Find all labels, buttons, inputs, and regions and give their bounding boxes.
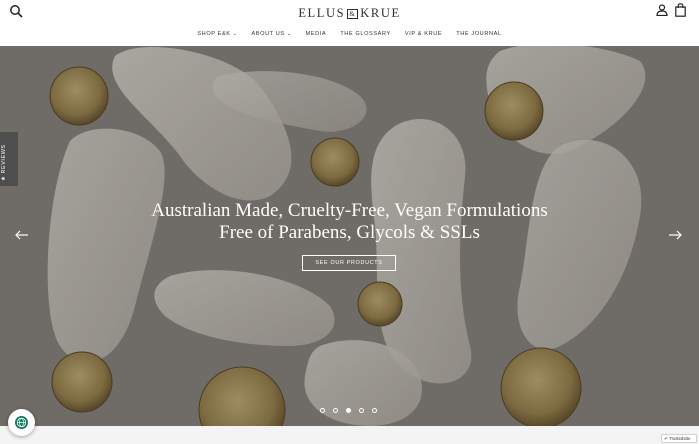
hero-headline: Australian Made, Cruelty-Free, Vegan For…: [0, 200, 699, 244]
reviews-tab[interactable]: ★ REVIEWS: [0, 132, 18, 186]
nav-item-label: ABOUT US: [251, 31, 285, 37]
logo-text-right: KRUE: [360, 6, 401, 20]
nav-item-media[interactable]: MEDIA: [306, 31, 327, 37]
nav-item-glossary[interactable]: THE GLOSSARY: [340, 31, 391, 37]
accessibility-icon[interactable]: [8, 409, 35, 436]
trustedsite-badge[interactable]: ✔ TrustedSite: [661, 434, 697, 443]
nav-item-label: THE GLOSSARY: [340, 31, 391, 37]
site-header: ELLUS & KRUE SHOP E&K ⌄ ABOUT US ⌄ MEDIA T…: [0, 0, 699, 46]
main-nav: SHOP E&K ⌄ ABOUT US ⌄ MEDIA THE GLOSSARY…: [0, 31, 699, 37]
slide-dot[interactable]: [333, 408, 338, 413]
nav-item-label: MEDIA: [305, 31, 327, 37]
arrow-right-icon[interactable]: [668, 230, 682, 240]
hero-slideshow: Australian Made, Cruelty-Free, Vegan For…: [0, 46, 699, 426]
chevron-down-icon: ⌄: [232, 31, 238, 37]
logo-ampersand: &: [347, 9, 359, 19]
reviews-tab-label: ★ REVIEWS: [1, 144, 7, 181]
slide-indicators: [320, 408, 377, 413]
page-bottom-strip: [0, 426, 699, 444]
shopping-bag-icon[interactable]: [675, 3, 686, 17]
slide-dot-active[interactable]: [346, 408, 351, 413]
hero-headline-line2: Free of Parabens, Glycols & SSLs: [219, 222, 480, 243]
arrow-left-icon[interactable]: [15, 230, 29, 240]
slide-dot[interactable]: [320, 408, 325, 413]
trustedsite-label: TrustedSite: [669, 436, 691, 441]
logo-text-left: ELLUS: [298, 6, 346, 20]
user-icon[interactable]: [656, 4, 668, 16]
check-icon: ✔: [664, 435, 669, 442]
nav-item-label: THE JOURNAL: [456, 31, 502, 37]
nav-item-label: SHOP E&K: [197, 31, 231, 37]
hero-headline-line1: Australian Made, Cruelty-Free, Vegan For…: [151, 200, 548, 221]
nav-item-shop[interactable]: SHOP E&K ⌄: [197, 31, 237, 37]
slide-dot[interactable]: [359, 408, 364, 413]
nav-item-about[interactable]: ABOUT US ⌄: [251, 31, 291, 37]
nav-item-label: VIP & KRUE: [404, 31, 443, 37]
see-products-button[interactable]: SEE OUR PRODUCTS: [302, 255, 396, 271]
chevron-down-icon: ⌄: [286, 31, 292, 37]
slide-dot[interactable]: [372, 408, 377, 413]
nav-item-vip[interactable]: VIP & KRUE: [405, 31, 442, 37]
nav-item-journal[interactable]: THE JOURNAL: [456, 31, 501, 37]
site-logo[interactable]: ELLUS & KRUE: [0, 6, 699, 21]
